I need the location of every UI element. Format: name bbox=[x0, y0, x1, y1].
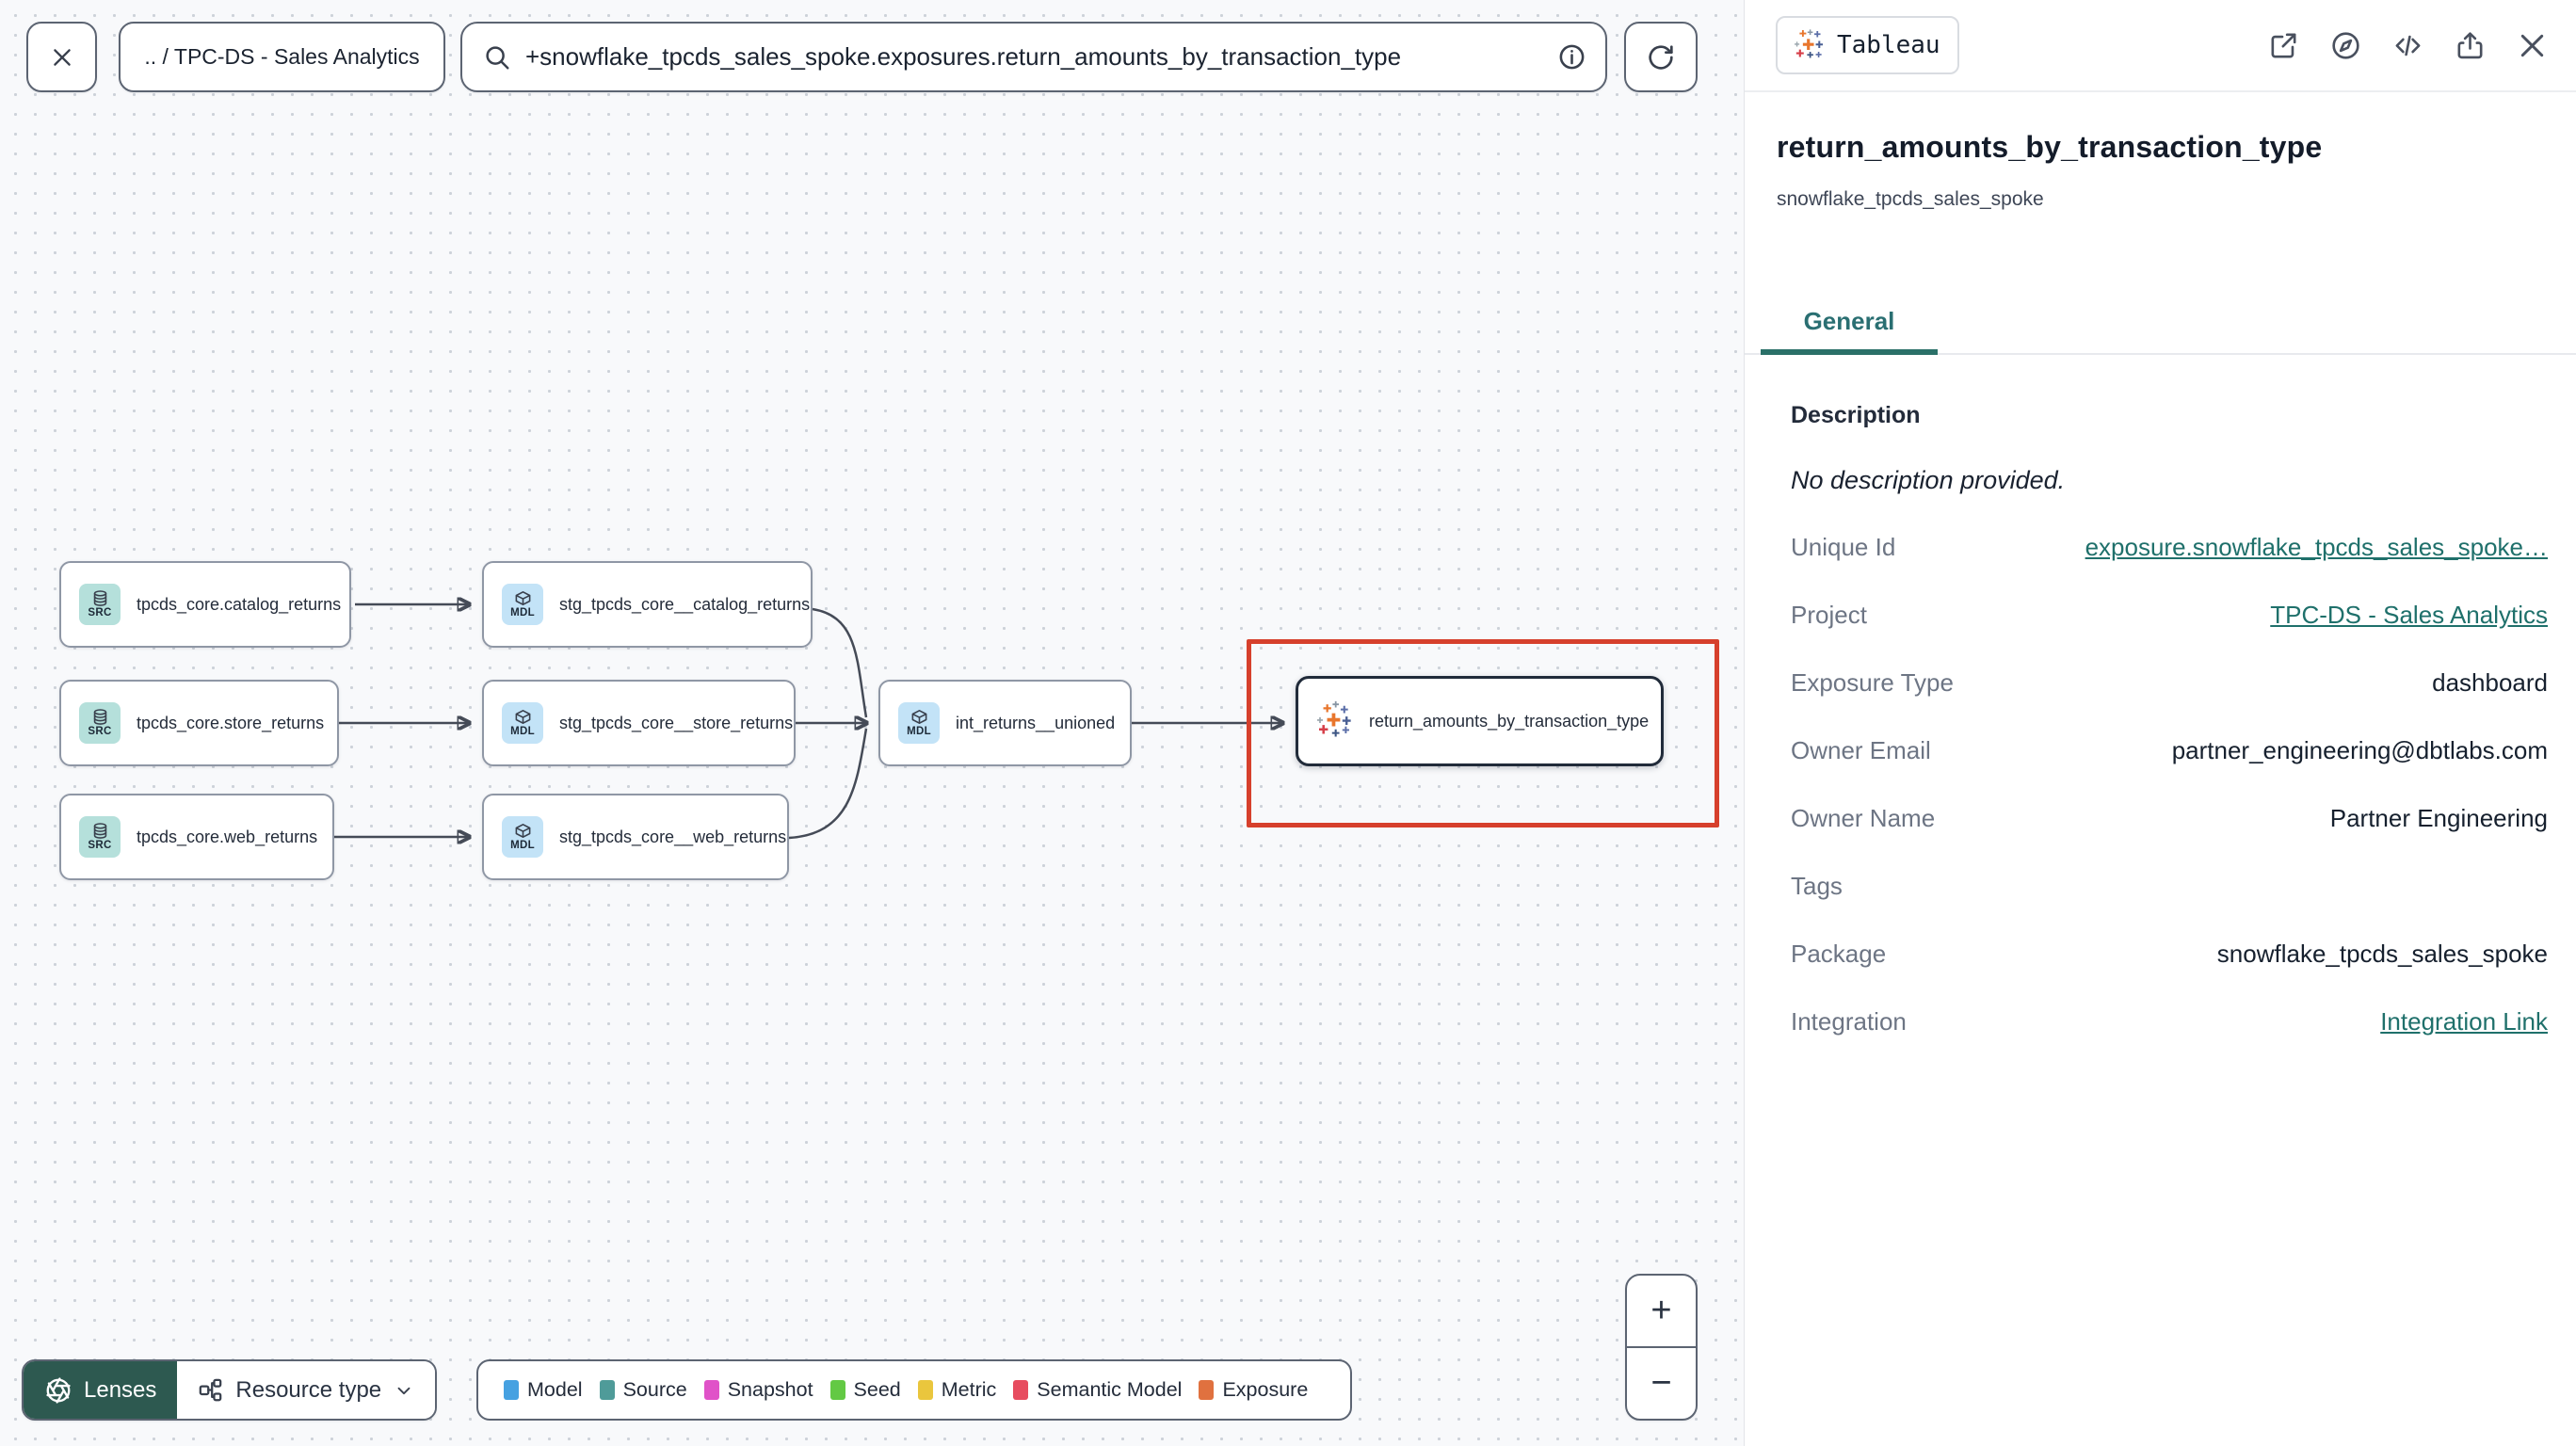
source-badge: SRC bbox=[79, 584, 121, 625]
breadcrumb[interactable]: .. / TPC-DS - Sales Analytics bbox=[119, 22, 445, 92]
model-badge: MDL bbox=[502, 702, 543, 744]
model-badge: MDL bbox=[502, 584, 543, 625]
code-icon bbox=[2395, 35, 2421, 56]
field-row-owner-email: Owner Email partner_engineering@dbtlabs.… bbox=[1791, 735, 2548, 764]
package-subtitle: snowflake_tpcds_sales_spoke bbox=[1777, 188, 2044, 210]
source-badge: SRC bbox=[79, 816, 121, 858]
compass-icon bbox=[2332, 31, 2359, 59]
model-badge: MDL bbox=[898, 702, 940, 744]
node-model-stg_tpcds_core__web_returns[interactable]: MDL stg_tpcds_core__web_returns bbox=[482, 794, 789, 880]
cube-icon bbox=[515, 591, 530, 606]
legend-item: Seed bbox=[829, 1378, 901, 1402]
unique-id-link[interactable]: exposure.snowflake_tpcds_sales_spoke… bbox=[2085, 533, 2548, 562]
view-code-button[interactable] bbox=[2391, 28, 2425, 63]
resource-type-legend: Model Source Snapshot Seed Metric Semant… bbox=[476, 1359, 1352, 1421]
page-title: return_amounts_by_transaction_type bbox=[1777, 130, 2323, 164]
database-icon bbox=[93, 823, 106, 839]
field-row-owner-name: Owner Name Partner Engineering bbox=[1791, 803, 2548, 832]
node-source-tpcds_core-catalog_returns[interactable]: SRC tpcds_core.catalog_returns bbox=[59, 561, 351, 648]
cube-icon bbox=[911, 710, 926, 725]
close-panel-button[interactable] bbox=[2515, 28, 2550, 63]
resource-graph-icon bbox=[200, 1378, 222, 1402]
info-icon[interactable] bbox=[1557, 42, 1586, 72]
field-row-project: Project TPC-DS - Sales Analytics bbox=[1791, 600, 2548, 630]
lineage-search bbox=[460, 22, 1607, 92]
close-graph-button[interactable] bbox=[26, 22, 97, 92]
lenses-button[interactable]: Lenses bbox=[24, 1361, 178, 1419]
field-row-integration: Integration Integration Link bbox=[1791, 1006, 2548, 1036]
explore-compass-button[interactable] bbox=[2328, 28, 2363, 63]
zoom-out-button[interactable]: − bbox=[1627, 1348, 1696, 1419]
legend-item: Source bbox=[599, 1378, 687, 1402]
zoom-controls: + − bbox=[1625, 1274, 1698, 1421]
model-color-chip bbox=[504, 1380, 519, 1400]
snapshot-color-chip bbox=[703, 1380, 719, 1400]
dbt-explorer-lineage-app: SRC tpcds_core.catalog_returns SRC tpcds… bbox=[0, 0, 2576, 1446]
node-exposure-return_amounts_by_transaction_type[interactable]: ✚ ✚ ✚ ✚ ✚ ✚ ✚ ✚ ✚ return_amounts_by_transaction_… bbox=[1296, 676, 1664, 766]
semantic-model-color-chip bbox=[1013, 1380, 1029, 1400]
source-badge: SRC bbox=[79, 702, 121, 744]
panel-actions bbox=[2266, 28, 2550, 63]
node-source-tpcds_core-store_returns[interactable]: SRC tpcds_core.store_returns bbox=[59, 680, 339, 766]
lenses-control-group: Lenses Resource type bbox=[22, 1359, 438, 1421]
refresh-icon bbox=[1649, 44, 1673, 70]
share-button[interactable] bbox=[2453, 28, 2487, 63]
cube-icon bbox=[515, 824, 530, 839]
field-row-unique-id: Unique Id exposure.snowflake_tpcds_sales… bbox=[1791, 532, 2548, 562]
field-row-exposure-type: Exposure Type dashboard bbox=[1791, 667, 2548, 697]
legend-item: Semantic Model bbox=[1013, 1378, 1182, 1402]
tableau-logo-icon: ✚ ✚ ✚ ✚ ✚ ✚ ✚ ✚ ✚ bbox=[1316, 700, 1352, 741]
exposure-color-chip bbox=[1199, 1380, 1215, 1400]
description-empty-text: No description provided. bbox=[1791, 466, 2066, 494]
tab-general[interactable]: General bbox=[1761, 294, 1938, 355]
close-icon bbox=[2520, 34, 2544, 56]
database-icon bbox=[93, 590, 106, 606]
legend-item: Snapshot bbox=[703, 1378, 813, 1402]
project-link[interactable]: TPC-DS - Sales Analytics bbox=[2270, 601, 2548, 630]
open-external-button[interactable] bbox=[2266, 28, 2301, 63]
node-details-panel: ✚ ✚ ✚ ✚ ✚ ✚ ✚ ✚ ✚ Tableau return_amounts… bbox=[1744, 0, 2576, 1446]
zoom-in-button[interactable]: + bbox=[1627, 1276, 1696, 1348]
close-icon bbox=[53, 48, 71, 66]
node-source-tpcds_core-web_returns[interactable]: SRC tpcds_core.web_returns bbox=[59, 794, 334, 880]
legend-item: Metric bbox=[917, 1378, 996, 1402]
resource-type-dropdown[interactable]: Resource type bbox=[177, 1361, 436, 1419]
lineage-canvas[interactable]: SRC tpcds_core.catalog_returns SRC tpcds… bbox=[0, 0, 1744, 1446]
field-row-package: Package snowflake_tpcds_sales_spoke bbox=[1791, 939, 2548, 968]
metric-color-chip bbox=[917, 1380, 933, 1400]
search-icon bbox=[486, 45, 509, 69]
aperture-icon bbox=[46, 1376, 71, 1404]
description-heading: Description bbox=[1791, 402, 1921, 428]
node-model-int_returns__unioned[interactable]: MDL int_returns__unioned bbox=[878, 680, 1132, 766]
legend-item: Exposure bbox=[1199, 1378, 1308, 1402]
search-input[interactable] bbox=[525, 42, 1557, 72]
database-icon bbox=[93, 709, 106, 725]
share-icon bbox=[2457, 31, 2483, 58]
model-badge: MDL bbox=[502, 816, 543, 858]
cube-icon bbox=[515, 710, 530, 725]
integration-badge[interactable]: ✚ ✚ ✚ ✚ ✚ ✚ ✚ ✚ ✚ Tableau bbox=[1776, 16, 1959, 74]
node-model-stg_tpcds_core__store_returns[interactable]: MDL stg_tpcds_core__store_returns bbox=[482, 680, 796, 766]
seed-color-chip bbox=[829, 1380, 845, 1400]
chevron-down-icon bbox=[397, 1387, 411, 1394]
panel-tabs: General bbox=[1745, 292, 2576, 355]
node-model-stg_tpcds_core__catalog_returns[interactable]: MDL stg_tpcds_core__catalog_returns bbox=[482, 561, 813, 648]
source-color-chip bbox=[599, 1380, 615, 1400]
legend-item: Model bbox=[504, 1378, 583, 1402]
panel-header: ✚ ✚ ✚ ✚ ✚ ✚ ✚ ✚ ✚ Tableau bbox=[1745, 0, 2576, 92]
refresh-graph-button[interactable] bbox=[1624, 22, 1698, 92]
external-link-icon bbox=[2271, 33, 2296, 57]
integration-link[interactable]: Integration Link bbox=[2380, 1007, 2548, 1036]
tableau-logo-icon: ✚ ✚ ✚ ✚ ✚ ✚ ✚ ✚ ✚ bbox=[1794, 27, 1824, 61]
field-row-tags: Tags bbox=[1791, 871, 1843, 900]
